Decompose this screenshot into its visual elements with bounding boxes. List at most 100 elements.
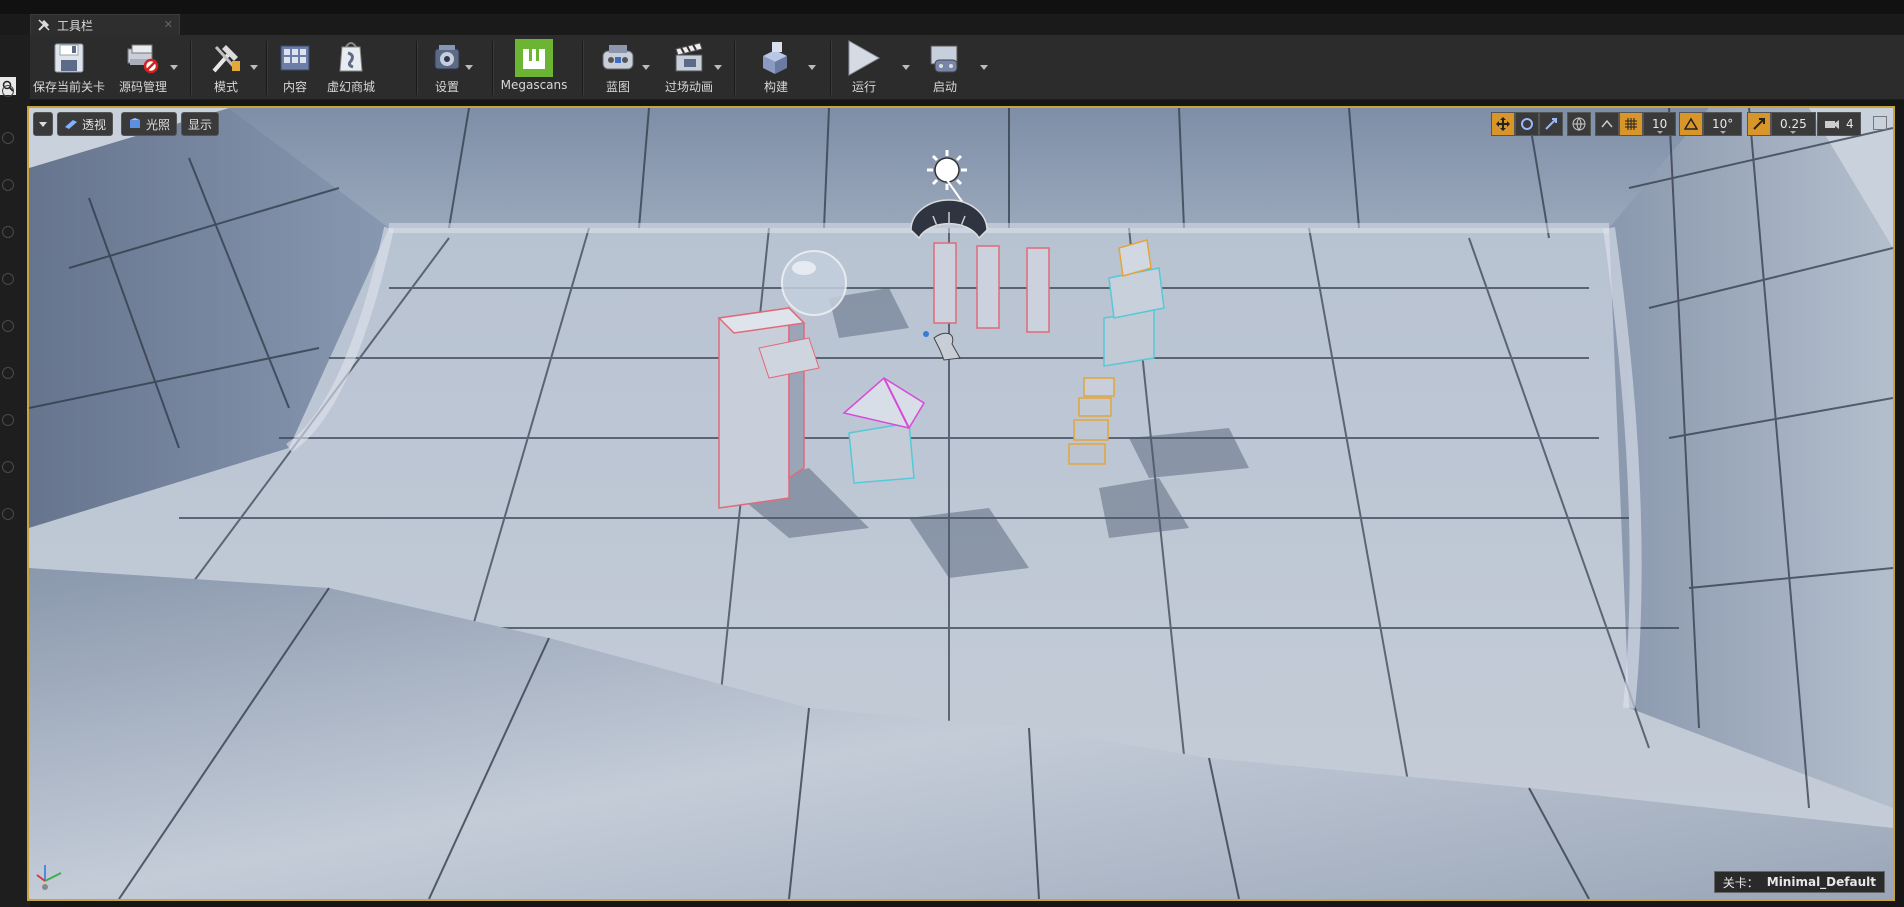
save-icon	[54, 43, 84, 73]
blueprints-button[interactable]: 蓝图	[590, 39, 646, 97]
grid-snap-value[interactable]: 10	[1643, 112, 1677, 136]
megascans-label: Megascans	[500, 78, 568, 92]
help-icon[interactable]	[2, 508, 14, 520]
grid-snap-group: 10	[1595, 112, 1677, 136]
tab-toolbar[interactable]: 工具栏 ✕	[30, 14, 180, 35]
sphere-mesh	[781, 250, 847, 316]
launch-label: 启动	[932, 80, 957, 94]
surface-snap-button[interactable]	[1595, 112, 1619, 136]
current-level-label: 关卡： Minimal_Default	[1713, 871, 1885, 893]
help-icon[interactable]	[2, 226, 14, 238]
gear-icon	[434, 45, 460, 70]
help-icon[interactable]	[2, 273, 14, 285]
grid-icon	[1625, 118, 1637, 130]
source-control-label: 源码管理	[118, 80, 167, 94]
chevron-down-icon[interactable]	[902, 65, 910, 70]
help-icon[interactable]	[2, 461, 14, 473]
chevron-down-icon[interactable]	[465, 65, 473, 70]
scale-snap-icon	[1753, 118, 1765, 130]
help-icon[interactable]	[2, 179, 14, 191]
toolbar-separator	[830, 41, 831, 95]
translate-mode-button[interactable]	[1491, 112, 1515, 136]
scale-snap-toggle[interactable]	[1747, 112, 1771, 136]
grid-snap-value-label: 10	[1652, 117, 1668, 131]
help-icon[interactable]	[2, 320, 14, 332]
clapperboard-icon	[675, 42, 703, 72]
left-sidebar	[0, 35, 30, 907]
viewport-options-button[interactable]	[33, 112, 53, 136]
toolbar-separator	[266, 41, 267, 95]
title-strip	[0, 0, 1904, 14]
perspective-button[interactable]: 透视	[57, 112, 114, 136]
settings-label: 设置	[434, 80, 459, 94]
tools-icon	[212, 45, 240, 73]
lit-sphere-icon	[130, 118, 140, 128]
editor-window: 工具栏 ✕ 保存当前关卡 源码管理 模式 内容 虚幻商城 设置 Megascan…	[0, 0, 1904, 907]
megascans-icon	[515, 39, 553, 77]
chevron-down-icon[interactable]	[808, 65, 816, 70]
camera-speed-group: 4	[1817, 112, 1861, 136]
play-icon	[848, 40, 881, 76]
level-key: 关卡：	[1722, 875, 1759, 890]
source-control-icon	[127, 44, 159, 74]
surface-snap-icon	[1601, 119, 1613, 128]
chevron-down-icon[interactable]	[170, 65, 178, 70]
chevron-down-icon[interactable]	[642, 65, 650, 70]
main-toolbar: 保存当前关卡 源码管理 模式 内容 虚幻商城 设置 Megascans 蓝图 过…	[30, 35, 1904, 100]
toolbar-separator	[492, 41, 493, 95]
move-icon	[1496, 117, 1510, 131]
rotation-snap-value[interactable]: 10°	[1703, 112, 1743, 136]
lit-button[interactable]: 光照	[121, 112, 178, 136]
build-label: 构建	[763, 80, 788, 94]
chevron-down-icon	[39, 121, 47, 127]
content-button[interactable]: 内容	[270, 39, 320, 97]
level-name: Minimal_Default	[1766, 875, 1876, 889]
megascans-button[interactable]: Megascans	[498, 39, 570, 97]
chevron-down-icon[interactable]	[250, 65, 258, 70]
tools-icon	[38, 19, 50, 31]
show-button[interactable]: 显示	[181, 112, 220, 136]
launch-button[interactable]: 启动	[922, 39, 968, 97]
world-coordinate-button[interactable]	[1567, 112, 1591, 136]
maximize-icon[interactable]	[1873, 116, 1887, 130]
scale-snap-value-label: 0.25	[1780, 117, 1807, 131]
toolbar-separator	[190, 41, 191, 95]
help-icon[interactable]	[2, 85, 14, 97]
modes-button[interactable]: 模式	[198, 39, 254, 97]
scale-snap-value[interactable]: 0.25	[1771, 112, 1816, 136]
cinematics-button[interactable]: 过场动画	[656, 39, 722, 97]
blueprint-icon	[602, 45, 634, 70]
marketplace-button[interactable]: 虚幻商城	[322, 39, 380, 97]
help-icon[interactable]	[2, 414, 14, 426]
grid-snap-toggle[interactable]	[1619, 112, 1643, 136]
pillar-meshes	[933, 242, 1050, 333]
chevron-down-icon[interactable]	[714, 65, 722, 70]
build-button[interactable]: 构建	[748, 39, 804, 97]
play-button[interactable]: 运行	[842, 39, 886, 97]
scale-mode-button[interactable]	[1539, 112, 1563, 136]
rotation-snap-value-label: 10°	[1712, 117, 1734, 131]
build-icon	[763, 42, 787, 74]
chevron-down-icon[interactable]	[980, 65, 988, 70]
scale-snap-group: 0.25	[1747, 112, 1816, 136]
rotation-snap-toggle[interactable]	[1679, 112, 1703, 136]
rotate-mode-button[interactable]	[1515, 112, 1539, 136]
tab-title: 工具栏	[57, 18, 94, 33]
transform-mode-group	[1491, 112, 1563, 136]
rotate-icon	[1521, 118, 1533, 130]
help-icon[interactable]	[2, 132, 14, 144]
toolbar-separator	[734, 41, 735, 95]
source-control-button[interactable]: 源码管理	[112, 39, 174, 97]
camera-speed-button[interactable]: 4	[1817, 112, 1861, 136]
save-current-button[interactable]: 保存当前关卡	[32, 39, 106, 97]
scene-render[interactable]	[29, 108, 1893, 899]
content-label: 内容	[282, 80, 307, 94]
play-label: 运行	[851, 80, 876, 94]
marketplace-icon	[339, 42, 363, 72]
level-viewport[interactable]: 透视 光照 显示 10 10° 0.25 4 关卡： Minimal_Defau…	[27, 106, 1895, 901]
show-label: 显示	[188, 117, 213, 132]
blueprints-label: 蓝图	[605, 80, 630, 94]
marketplace-label: 虚幻商城	[326, 80, 375, 94]
close-icon[interactable]: ✕	[164, 18, 173, 31]
help-icon[interactable]	[2, 367, 14, 379]
